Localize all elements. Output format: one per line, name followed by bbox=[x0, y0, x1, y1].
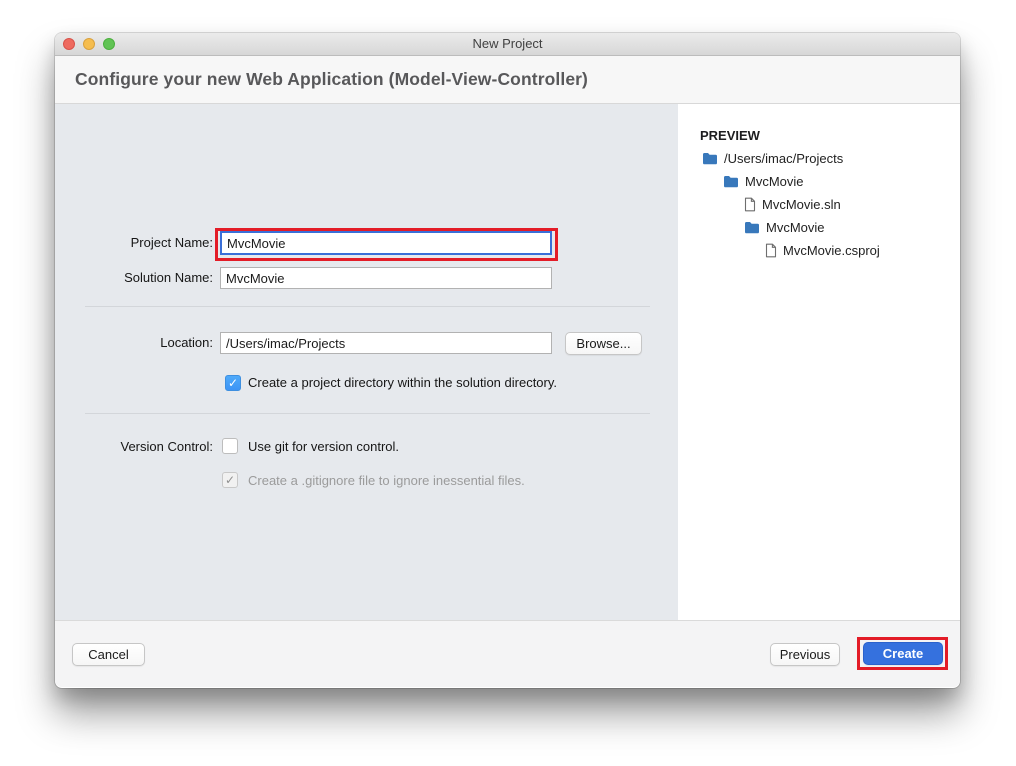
check-icon: ✓ bbox=[225, 473, 235, 487]
tree-item-label: /Users/imac/Projects bbox=[724, 151, 843, 166]
preview-panel: PREVIEW /Users/imac/Projects MvcMovie MvcM… bbox=[678, 104, 960, 620]
browse-button[interactable]: Browse... bbox=[565, 332, 642, 355]
file-icon bbox=[744, 197, 756, 212]
close-window-icon[interactable] bbox=[63, 38, 75, 50]
folder-icon bbox=[723, 175, 739, 188]
preview-heading: PREVIEW bbox=[700, 128, 760, 143]
project-name-input[interactable] bbox=[220, 231, 552, 255]
tree-item-label: MvcMovie.csproj bbox=[783, 243, 880, 258]
create-button[interactable]: Create bbox=[863, 642, 943, 665]
desktop-background: New Project Configure your new Web Appli… bbox=[0, 0, 1016, 766]
solution-name-input[interactable] bbox=[220, 267, 552, 289]
version-control-label: Version Control: bbox=[63, 439, 213, 455]
window-titlebar[interactable]: New Project bbox=[55, 33, 960, 56]
traffic-lights bbox=[63, 38, 115, 50]
minimize-window-icon[interactable] bbox=[83, 38, 95, 50]
cancel-button[interactable]: Cancel bbox=[72, 643, 145, 666]
checkbox-use-git[interactable]: ✓ bbox=[222, 438, 238, 454]
tree-item[interactable]: MvcMovie bbox=[702, 170, 954, 193]
section-divider bbox=[85, 306, 650, 307]
folder-icon bbox=[744, 221, 760, 234]
tree-item-label: MvcMovie bbox=[745, 174, 804, 189]
checkbox-gitignore: ✓ bbox=[222, 472, 238, 488]
location-input[interactable] bbox=[220, 332, 552, 354]
tree-item-label: MvcMovie bbox=[766, 220, 825, 235]
file-icon bbox=[765, 243, 777, 258]
gitignore-checkbox-label: Create a .gitignore file to ignore iness… bbox=[248, 473, 525, 489]
wizard-body: Project Name: Solution Name: Location: B… bbox=[55, 104, 960, 620]
folder-icon bbox=[702, 152, 718, 165]
check-icon: ✓ bbox=[225, 439, 235, 453]
tree-item-label: MvcMovie.sln bbox=[762, 197, 841, 212]
zoom-window-icon[interactable] bbox=[103, 38, 115, 50]
section-divider bbox=[85, 413, 650, 414]
new-project-window: New Project Configure your new Web Appli… bbox=[55, 33, 960, 688]
tree-item[interactable]: MvcMovie.csproj bbox=[702, 239, 954, 262]
location-label: Location: bbox=[63, 335, 213, 351]
preview-tree: /Users/imac/Projects MvcMovie MvcMovie.sln… bbox=[702, 147, 954, 262]
wizard-header: Configure your new Web Application (Mode… bbox=[55, 56, 960, 104]
check-icon: ✓ bbox=[228, 376, 238, 390]
use-git-checkbox-label: Use git for version control. bbox=[248, 439, 399, 455]
solution-name-label: Solution Name: bbox=[63, 270, 213, 286]
previous-button[interactable]: Previous bbox=[770, 643, 840, 666]
window-title: New Project bbox=[55, 33, 960, 55]
form-panel: Project Name: Solution Name: Location: B… bbox=[55, 104, 678, 620]
page-title: Configure your new Web Application (Mode… bbox=[75, 69, 588, 90]
project-name-label: Project Name: bbox=[63, 235, 213, 251]
tree-item[interactable]: /Users/imac/Projects bbox=[702, 147, 954, 170]
tree-item[interactable]: MvcMovie.sln bbox=[702, 193, 954, 216]
tree-item[interactable]: MvcMovie bbox=[702, 216, 954, 239]
checkbox-project-dir[interactable]: ✓ bbox=[225, 375, 241, 391]
project-dir-checkbox-label: Create a project directory within the so… bbox=[248, 375, 557, 391]
wizard-footer: Cancel Previous Create bbox=[55, 620, 960, 687]
